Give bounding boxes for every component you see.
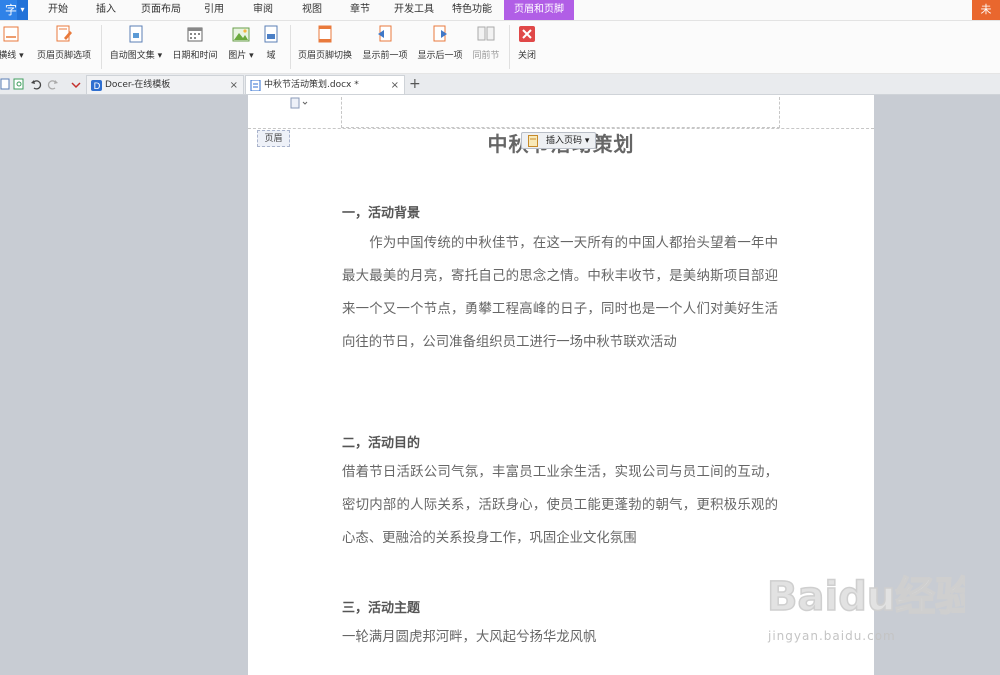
doc-tab-mid-autumn-plan[interactable]: 中秋节活动策划.docx * × xyxy=(245,75,405,94)
show-previous-button[interactable]: 显示前一项 xyxy=(360,25,410,71)
close-tab-icon[interactable]: × xyxy=(391,76,399,95)
ribbon-separator xyxy=(101,25,102,69)
tab-header-footer[interactable]: 页眉和页脚 xyxy=(504,0,574,20)
ribbon-separator xyxy=(290,25,291,69)
tab-references[interactable]: 引用 xyxy=(194,0,234,20)
horizontal-line-label: 横线 ▾ xyxy=(0,51,24,61)
switch-header-footer-label: 页眉页脚切换 xyxy=(297,51,352,61)
switch-header-footer-icon xyxy=(318,25,332,43)
header-edit-area[interactable] xyxy=(341,97,780,128)
close-header-footer-button[interactable]: 关闭 xyxy=(513,25,541,71)
show-next-icon xyxy=(433,25,447,42)
same-as-previous-button[interactable]: 同前节 xyxy=(470,25,502,71)
picture-icon xyxy=(232,27,250,42)
watermark-brand-text: Baidu经验 xyxy=(767,574,965,620)
section-heading: 三，活动主题 xyxy=(342,601,421,616)
same-as-previous-label: 同前节 xyxy=(472,51,500,61)
docer-icon: D xyxy=(91,80,102,91)
document-tab-strip: D Docer-在线模板 × 中秋节活动策划.docx * × xyxy=(0,74,1000,95)
date-time-button[interactable]: 日期和时间 xyxy=(169,25,221,71)
auto-text-label: 自动图文集 ▾ xyxy=(109,51,163,61)
login-button[interactable]: 未 xyxy=(972,0,1000,20)
picture-button[interactable]: 图片 ▾ xyxy=(225,25,257,71)
word-document-icon xyxy=(250,80,261,91)
section-body: 作为中国传统的中秋佳节，在这一天所有的中国人都抬头望着一年中最大最美的月亮，寄托… xyxy=(342,236,778,350)
header-footer-options-label: 页眉页脚选项 xyxy=(36,51,91,61)
header-footer-options-button[interactable]: 页眉页脚选项 xyxy=(33,25,95,71)
field-button[interactable]: 域 xyxy=(260,25,282,71)
export-pdf-icon[interactable] xyxy=(13,78,25,90)
watermark-url: jingyan.baidu.com xyxy=(768,629,896,643)
auto-text-button[interactable]: 自动图文集 ▾ xyxy=(106,25,166,71)
same-as-previous-icon xyxy=(477,26,495,41)
redo-icon[interactable] xyxy=(47,78,59,90)
field-label: 域 xyxy=(266,51,276,61)
svg-text:D: D xyxy=(94,82,101,91)
tab-home[interactable]: 开始 xyxy=(38,0,78,20)
switch-header-footer-button[interactable]: 页眉页脚切换 xyxy=(294,25,356,71)
show-previous-icon xyxy=(378,25,392,42)
print-preview-icon[interactable] xyxy=(0,78,12,90)
baidu-jingyan-watermark-logo: Baidu经验 xyxy=(766,573,965,621)
tab-insert[interactable]: 插入 xyxy=(86,0,126,20)
menu-bar: 字 ▾ 开始 插入 页面布局 引用 审阅 视图 章节 开发工具 特色功能 页眉和… xyxy=(0,0,1000,21)
close-header-footer-label: 关闭 xyxy=(517,51,536,61)
tab-review[interactable]: 审阅 xyxy=(243,0,283,20)
picture-label: 图片 ▾ xyxy=(228,51,254,61)
ribbon-separator xyxy=(509,25,510,69)
insert-page-number-button[interactable]: 插入页码 ▾ xyxy=(521,132,596,149)
insert-page-number-label: 插入页码 ▾ xyxy=(546,136,590,146)
field-icon xyxy=(264,25,278,43)
close-icon xyxy=(519,26,535,42)
tab-chapter[interactable]: 章节 xyxy=(340,0,380,20)
tab-developer[interactable]: 开发工具 xyxy=(389,0,439,20)
date-time-label: 日期和时间 xyxy=(172,51,218,61)
app-menu-dropdown-icon[interactable]: ▾ xyxy=(17,0,28,20)
ribbon-toolbar: 横线 ▾ 页眉页脚选项 G 自动图文集 ▾ 日期和时间 图片 ▾ 域 页眉页脚切… xyxy=(0,21,1000,91)
show-next-button[interactable]: 显示后一项 xyxy=(415,25,465,71)
horizontal-line-button[interactable]: 横线 ▾ xyxy=(0,25,30,71)
doc-tab-docer-templates[interactable]: D Docer-在线模板 × xyxy=(86,75,244,94)
doc-tab-label: 中秋节活动策划.docx * xyxy=(264,80,359,90)
show-previous-label: 显示前一项 xyxy=(362,51,408,61)
tab-view[interactable]: 视图 xyxy=(292,0,332,20)
horizontal-line-icon xyxy=(3,26,19,42)
app-menu-button[interactable]: 字 xyxy=(0,0,17,20)
section-heading: 一，活动背景 xyxy=(342,206,421,221)
tab-page-layout[interactable]: 页面布局 xyxy=(136,0,186,20)
section-body: 一轮满月圆虎邦河畔，大风起兮扬华龙风帆 xyxy=(342,630,597,645)
page-number-dropdown-icon[interactable] xyxy=(290,97,308,109)
section-heading: 二，活动目的 xyxy=(342,436,421,451)
calendar-icon xyxy=(187,27,203,42)
header-footer-options-icon xyxy=(56,25,72,42)
quick-access-dropdown-icon[interactable] xyxy=(70,78,82,90)
close-tab-icon[interactable]: × xyxy=(230,76,238,95)
new-tab-button[interactable]: + xyxy=(409,74,421,94)
page-number-icon xyxy=(528,135,538,147)
show-next-label: 显示后一项 xyxy=(417,51,463,61)
doc-tab-label: Docer-在线模板 xyxy=(105,80,171,90)
tab-special-features[interactable]: 特色功能 xyxy=(447,0,497,20)
section-body: 借着节日活跃公司气氛，丰富员工业余生活，实现公司与员工间的互动，密切内部的人际关… xyxy=(342,465,778,546)
undo-icon[interactable] xyxy=(30,78,42,90)
auto-text-icon xyxy=(129,25,143,43)
